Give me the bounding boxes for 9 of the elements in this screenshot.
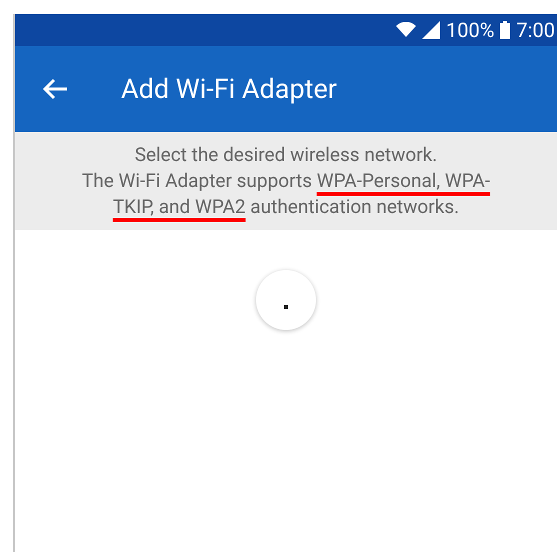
battery-percent: 100% xyxy=(446,17,494,44)
screen-title: Add Wi-Fi Adapter xyxy=(121,72,337,107)
back-arrow-icon xyxy=(42,78,68,100)
signal-icon xyxy=(422,21,440,39)
info-heading: Select the desired wireless network. xyxy=(134,142,438,168)
battery-icon xyxy=(500,21,510,39)
wifi-icon xyxy=(396,22,416,38)
info-text: The Wi-Fi Adapter supports WPA-Personal, WPA-TKIP, and WPA2 authentication networks. xyxy=(80,168,492,220)
clock-time: 7:00 xyxy=(516,17,555,44)
